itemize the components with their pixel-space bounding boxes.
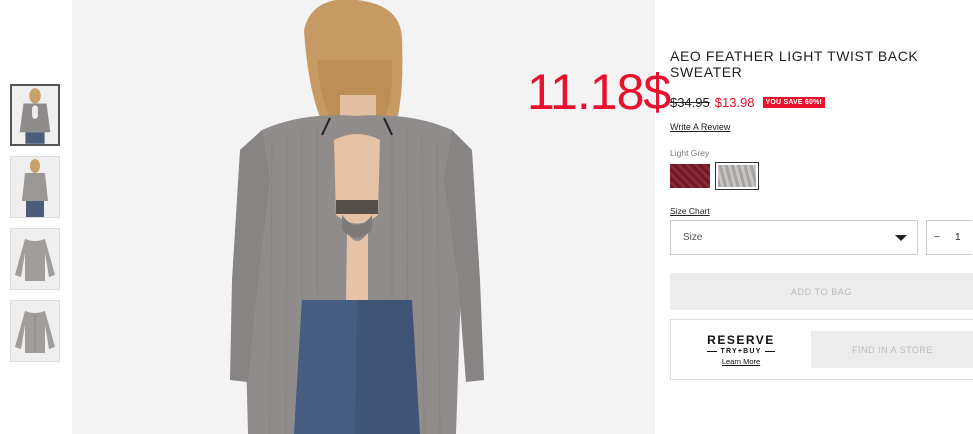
size-quantity-row: Size − 1 (670, 220, 973, 255)
price-row: $34.95 $13.98 YOU SAVE 60%! (670, 94, 973, 110)
thumbnail-back-view[interactable] (10, 84, 60, 146)
quantity-minus-button[interactable]: − (927, 232, 947, 243)
sale-price: $13.98 (714, 94, 755, 110)
reserve-try-buy-box: RESERVE TRY+BUY Learn More FIND IN A STO… (670, 319, 973, 380)
sweater-back-thumbnail-icon (12, 86, 58, 144)
find-in-store-button[interactable]: FIND IN A STORE (811, 331, 973, 368)
quantity-value: 1 (955, 232, 961, 243)
reserve-subtitle: TRY+BUY (720, 348, 762, 355)
size-dropdown-label: Size (683, 232, 703, 243)
original-price: $34.95 (670, 94, 710, 110)
product-title: AEO FEATHER LIGHT TWIST BACK SWEATER (670, 48, 919, 80)
sweater-front-thumbnail-icon (11, 157, 59, 217)
thumbnail-list (10, 84, 62, 372)
reserve-subtitle-row: TRY+BUY (671, 348, 811, 355)
color-swatches (670, 162, 973, 190)
thumbnail-front-view[interactable] (10, 156, 60, 218)
savings-badge: YOU SAVE 60%! (762, 96, 826, 108)
caret-down-icon (895, 234, 907, 241)
sweater-flat-front-thumbnail-icon (11, 229, 59, 289)
product-info-panel: AEO FEATHER LIGHT TWIST BACK SWEATER $34… (670, 48, 973, 380)
swatch-burgundy[interactable] (670, 164, 710, 188)
thumbnail-flat-back[interactable] (10, 300, 60, 362)
swatch-light-grey[interactable] (715, 162, 759, 190)
selected-color-label: Light Grey (670, 148, 710, 158)
quantity-stepper[interactable]: − 1 (926, 220, 972, 255)
sweater-flat-back-thumbnail-icon (11, 301, 59, 361)
reserve-try-buy-logo: RESERVE TRY+BUY Learn More (671, 333, 811, 366)
swatch-light-grey-fill (718, 165, 756, 187)
size-chart-link[interactable]: Size Chart (670, 206, 973, 216)
write-review-link[interactable]: Write A Review (670, 122, 973, 132)
learn-more-link[interactable]: Learn More (671, 357, 811, 366)
add-to-bag-button[interactable]: ADD TO BAG (670, 273, 973, 310)
reserve-title: RESERVE (707, 333, 775, 347)
thumbnail-flat-front[interactable] (10, 228, 60, 290)
overlay-price: 11.18$ (527, 64, 671, 120)
size-dropdown[interactable]: Size (670, 220, 918, 255)
